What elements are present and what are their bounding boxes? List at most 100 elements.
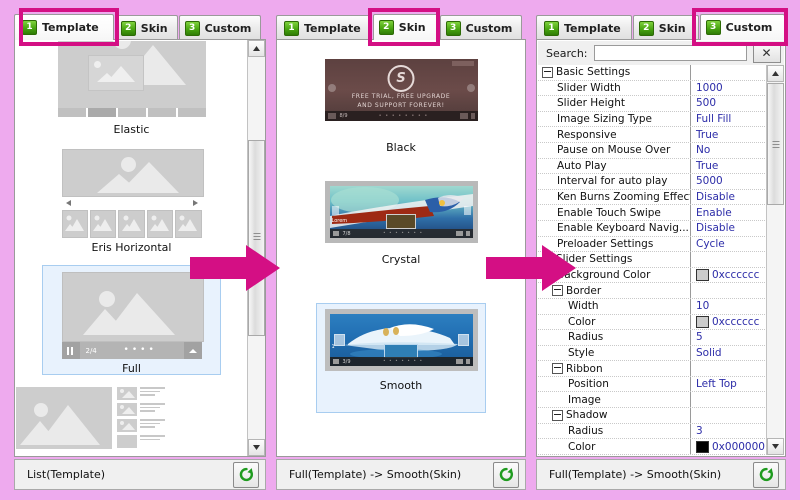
property-row[interactable]: Responsive True	[538, 127, 767, 143]
tab-template[interactable]: 1 Template	[536, 15, 632, 40]
property-grid-scrollbar[interactable]	[766, 65, 784, 455]
property-row[interactable]: Image Sizing Type Full Fill	[538, 111, 767, 128]
property-value-cell[interactable]: 5000	[691, 175, 767, 187]
collapse-expander-icon[interactable]	[552, 363, 563, 375]
template-thumbnail-eris	[61, 149, 204, 238]
slide-counter: 8/9	[339, 113, 348, 119]
search-input[interactable]	[593, 45, 747, 61]
property-category-row[interactable]: Basic Settings	[538, 65, 767, 81]
property-value: 0x000000	[712, 440, 765, 453]
clear-search-button[interactable]: ✕	[752, 43, 781, 63]
property-name-cell: Slider Height	[538, 96, 691, 111]
property-row[interactable]: Color 0x000000	[538, 439, 767, 455]
tab-skin[interactable]: 2 Skin	[114, 15, 178, 40]
property-name: Shadow	[566, 409, 608, 422]
property-row[interactable]: Image	[538, 392, 767, 409]
tab-skin[interactable]: 2 Skin	[632, 15, 699, 40]
property-name: Color	[568, 440, 596, 453]
highlight-template-tab	[19, 8, 119, 46]
tab-number-icon: 1	[284, 20, 299, 36]
property-row[interactable]: Radius 5	[538, 330, 767, 346]
expand-icon	[183, 342, 202, 359]
refresh-button[interactable]	[233, 461, 259, 488]
property-row[interactable]: Enable Keyboard Navig... Disable	[538, 220, 767, 237]
tab-label: Skin	[658, 21, 686, 35]
property-value: Solid	[696, 346, 722, 359]
property-row[interactable]: Interval for auto play 5000	[538, 174, 767, 190]
template-status-bar: List(Template)	[14, 459, 266, 490]
property-row[interactable]: Color 0xcccccc	[538, 314, 767, 331]
list-item[interactable]: Elastic	[16, 41, 247, 153]
property-value-cell[interactable]: Full Fill	[691, 113, 767, 125]
color-swatch-icon[interactable]	[696, 440, 709, 453]
property-row[interactable]: Width 10	[538, 298, 767, 315]
property-name: Enable Touch Swipe	[557, 206, 661, 219]
property-value-cell[interactable]: 0xcccccc	[691, 269, 767, 282]
property-value: Disable	[696, 191, 735, 204]
property-value-cell[interactable]: Enable	[691, 207, 767, 219]
property-value-cell[interactable]: Disable	[691, 191, 767, 203]
property-row[interactable]: Slider Height 500	[538, 96, 767, 112]
property-value-cell[interactable]: Solid	[691, 347, 767, 359]
scroll-down-arrow-icon[interactable]	[767, 438, 784, 455]
property-value-cell[interactable]: No	[691, 144, 767, 156]
property-value-cell[interactable]: Left Top	[691, 378, 767, 390]
property-value-cell[interactable]: 1000	[691, 82, 767, 94]
tab-custom[interactable]: 3 Custom	[439, 15, 523, 40]
refresh-button[interactable]	[753, 461, 779, 488]
scrollbar-thumb[interactable]	[248, 140, 265, 336]
property-category-row[interactable]: Ribbon	[538, 361, 767, 377]
property-name-cell: Color	[538, 439, 691, 454]
property-row[interactable]: Style Solid	[538, 345, 767, 362]
property-value-cell[interactable]: 10	[691, 300, 767, 312]
property-name: Color	[568, 315, 596, 328]
pause-icon	[61, 342, 80, 359]
property-row[interactable]: Ken Burns Zooming Effect Disable	[538, 189, 767, 206]
tab-template[interactable]: 1 Template	[276, 15, 372, 40]
property-name-cell: Color	[538, 314, 691, 330]
property-name: Style	[568, 346, 595, 359]
property-value-cell[interactable]: 5	[691, 331, 767, 343]
scroll-down-arrow-icon[interactable]	[248, 439, 265, 456]
property-value-cell[interactable]: True	[691, 160, 767, 172]
collapse-expander-icon[interactable]	[552, 409, 563, 421]
skin-caption-line2: AND SUPPORT FOREVER!	[357, 102, 445, 109]
scroll-up-arrow-icon[interactable]	[767, 65, 784, 82]
property-value: Enable	[696, 206, 732, 219]
property-name-cell: Radius	[538, 330, 691, 345]
skin-thumbnail-smooth: 1 3/9 • • • • • • •	[324, 309, 478, 371]
scroll-up-arrow-icon[interactable]	[248, 40, 265, 57]
arrow-skin-to-custom	[486, 245, 576, 294]
property-row[interactable]: Auto Play True	[538, 158, 767, 175]
property-value: 0xcccccc	[712, 269, 760, 282]
property-name-cell: Enable Touch Swipe	[538, 205, 691, 220]
property-row[interactable]: Radius 3	[538, 423, 767, 440]
color-swatch-icon[interactable]	[696, 315, 709, 328]
list-item-selected[interactable]: 1 3/9 • • • • • • • Smooth	[316, 303, 486, 413]
property-value-cell[interactable]: 3	[691, 425, 767, 437]
list-item[interactable]: S FREE TRIAL, FREE UPGRADE AND SUPPORT F…	[278, 59, 524, 169]
refresh-button[interactable]	[493, 461, 519, 488]
tab-custom[interactable]: 3 Custom	[178, 15, 262, 40]
property-row[interactable]: Enable Touch Swipe Enable	[538, 205, 767, 221]
tab-number-icon: 2	[638, 20, 654, 36]
list-item[interactable]	[16, 387, 247, 455]
property-value-cell[interactable]: 0xcccccc	[691, 315, 767, 328]
property-name: Ribbon	[566, 362, 603, 375]
property-category-row[interactable]: Shadow	[538, 408, 767, 424]
color-swatch-icon[interactable]	[696, 269, 709, 282]
property-value-cell[interactable]: 0x000000	[691, 440, 767, 453]
property-value: 3	[696, 424, 703, 437]
property-value-cell[interactable]: True	[691, 129, 767, 141]
close-icon: ✕	[761, 46, 772, 60]
tab-number-icon: 3	[445, 20, 461, 36]
property-row[interactable]: Slider Width 1000	[538, 80, 767, 97]
property-value-cell[interactable]: Disable	[691, 222, 767, 234]
collapse-expander-icon[interactable]	[542, 66, 553, 78]
property-value-cell[interactable]: 500	[691, 97, 767, 109]
scrollbar-thumb[interactable]	[767, 83, 784, 205]
property-value-cell[interactable]: Cycle	[691, 238, 767, 250]
property-name: Interval for auto play	[557, 175, 668, 188]
property-row[interactable]: Pause on Mouse Over No	[538, 142, 767, 159]
property-row[interactable]: Position Left Top	[538, 376, 767, 393]
